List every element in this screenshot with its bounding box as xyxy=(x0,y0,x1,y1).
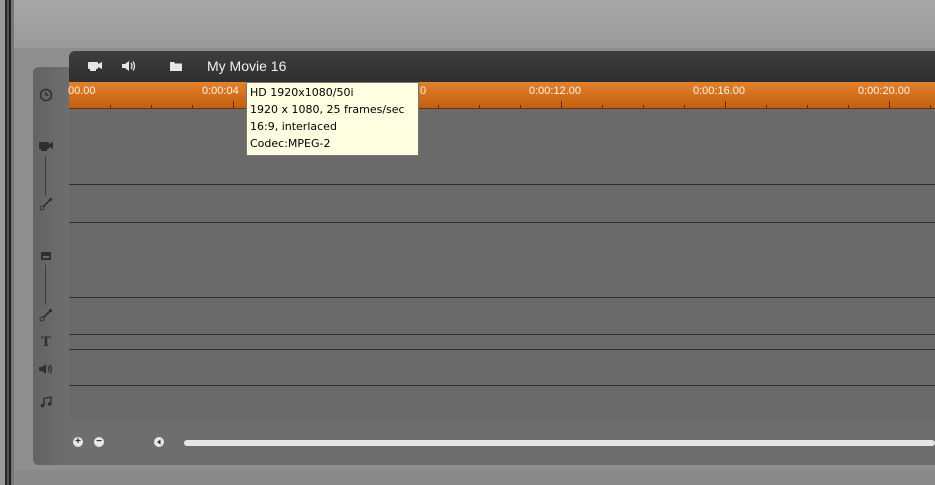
ruler-tick xyxy=(889,101,890,108)
ruler-label: 0:00:12.00 xyxy=(529,85,581,97)
project-format-tooltip: HD 1920x1080/50i 1920 x 1080, 25 frames/… xyxy=(246,82,419,156)
ruler-tick xyxy=(110,105,111,108)
ruler-label: 0:00:04 xyxy=(202,85,239,97)
tooltip-line: Codec:MPEG-2 xyxy=(250,137,331,150)
ruler-tick xyxy=(725,101,726,108)
ruler-tick xyxy=(807,105,808,108)
scroll-left-button[interactable] xyxy=(154,437,164,447)
ruler-tick xyxy=(151,105,152,108)
ruler-tick xyxy=(766,105,767,108)
timeline-ruler[interactable]: 00.00 0:00:04 0 0:00:12.00 0:00:16.00 0:… xyxy=(68,82,935,109)
ruler-tick xyxy=(930,105,931,108)
ruler-tick xyxy=(479,105,480,108)
ruler-tick xyxy=(233,101,234,108)
ruler-tick xyxy=(438,105,439,108)
left-arrow-icon xyxy=(157,439,161,445)
title-track-icon[interactable]: T xyxy=(38,336,54,350)
ruler-tick xyxy=(684,105,685,108)
ruler-tick xyxy=(192,105,193,108)
tooltip-line: HD 1920x1080/50i xyxy=(250,86,354,99)
sidebar-connector-line xyxy=(45,156,46,196)
sidebar-connector-line xyxy=(45,265,46,305)
timeline-header: My Movie 16 xyxy=(69,51,935,82)
window-edge xyxy=(0,0,14,485)
zoom-out-button[interactable]: − xyxy=(94,437,104,447)
overlay-track-icon[interactable] xyxy=(38,250,54,265)
clock-icon[interactable] xyxy=(38,88,54,105)
ruler-label: 00.00 xyxy=(68,85,96,97)
ruler-tick xyxy=(602,105,603,108)
track-area[interactable] xyxy=(69,109,935,419)
ruler-tick xyxy=(643,105,644,108)
track-divider xyxy=(69,385,935,386)
top-background xyxy=(14,0,935,48)
folder-icon[interactable] xyxy=(169,60,183,75)
overlay-edit-pen-icon[interactable] xyxy=(38,308,54,325)
timeline-scrollbar[interactable] xyxy=(184,440,935,446)
ruler-tick xyxy=(520,105,521,108)
bottom-background xyxy=(14,470,935,485)
ruler-label: 0 xyxy=(420,85,427,97)
track-divider xyxy=(69,334,935,335)
track-divider xyxy=(69,222,935,223)
track-divider xyxy=(69,349,935,350)
track-divider xyxy=(69,297,935,298)
tooltip-line: 1920 x 1080, 25 frames/sec xyxy=(250,103,405,116)
timeline-footer: + − xyxy=(69,420,935,465)
speaker-icon[interactable] xyxy=(121,60,137,75)
ruler-label: 0:00:20.00 xyxy=(858,85,910,97)
audio-track-icon[interactable] xyxy=(38,363,54,378)
video-camera-icon[interactable] xyxy=(87,60,103,75)
ruler-tick xyxy=(561,101,562,108)
project-title[interactable]: My Movie 16 xyxy=(207,58,286,74)
music-track-icon[interactable] xyxy=(38,396,54,411)
video-edit-pen-icon[interactable] xyxy=(38,197,54,214)
tooltip-line: 16:9, interlaced xyxy=(250,120,337,133)
track-divider xyxy=(69,184,935,185)
ruler-label: 0:00:16.00 xyxy=(693,85,745,97)
video-track-icon[interactable] xyxy=(38,140,54,155)
zoom-in-button[interactable]: + xyxy=(73,437,83,447)
ruler-tick xyxy=(848,105,849,108)
